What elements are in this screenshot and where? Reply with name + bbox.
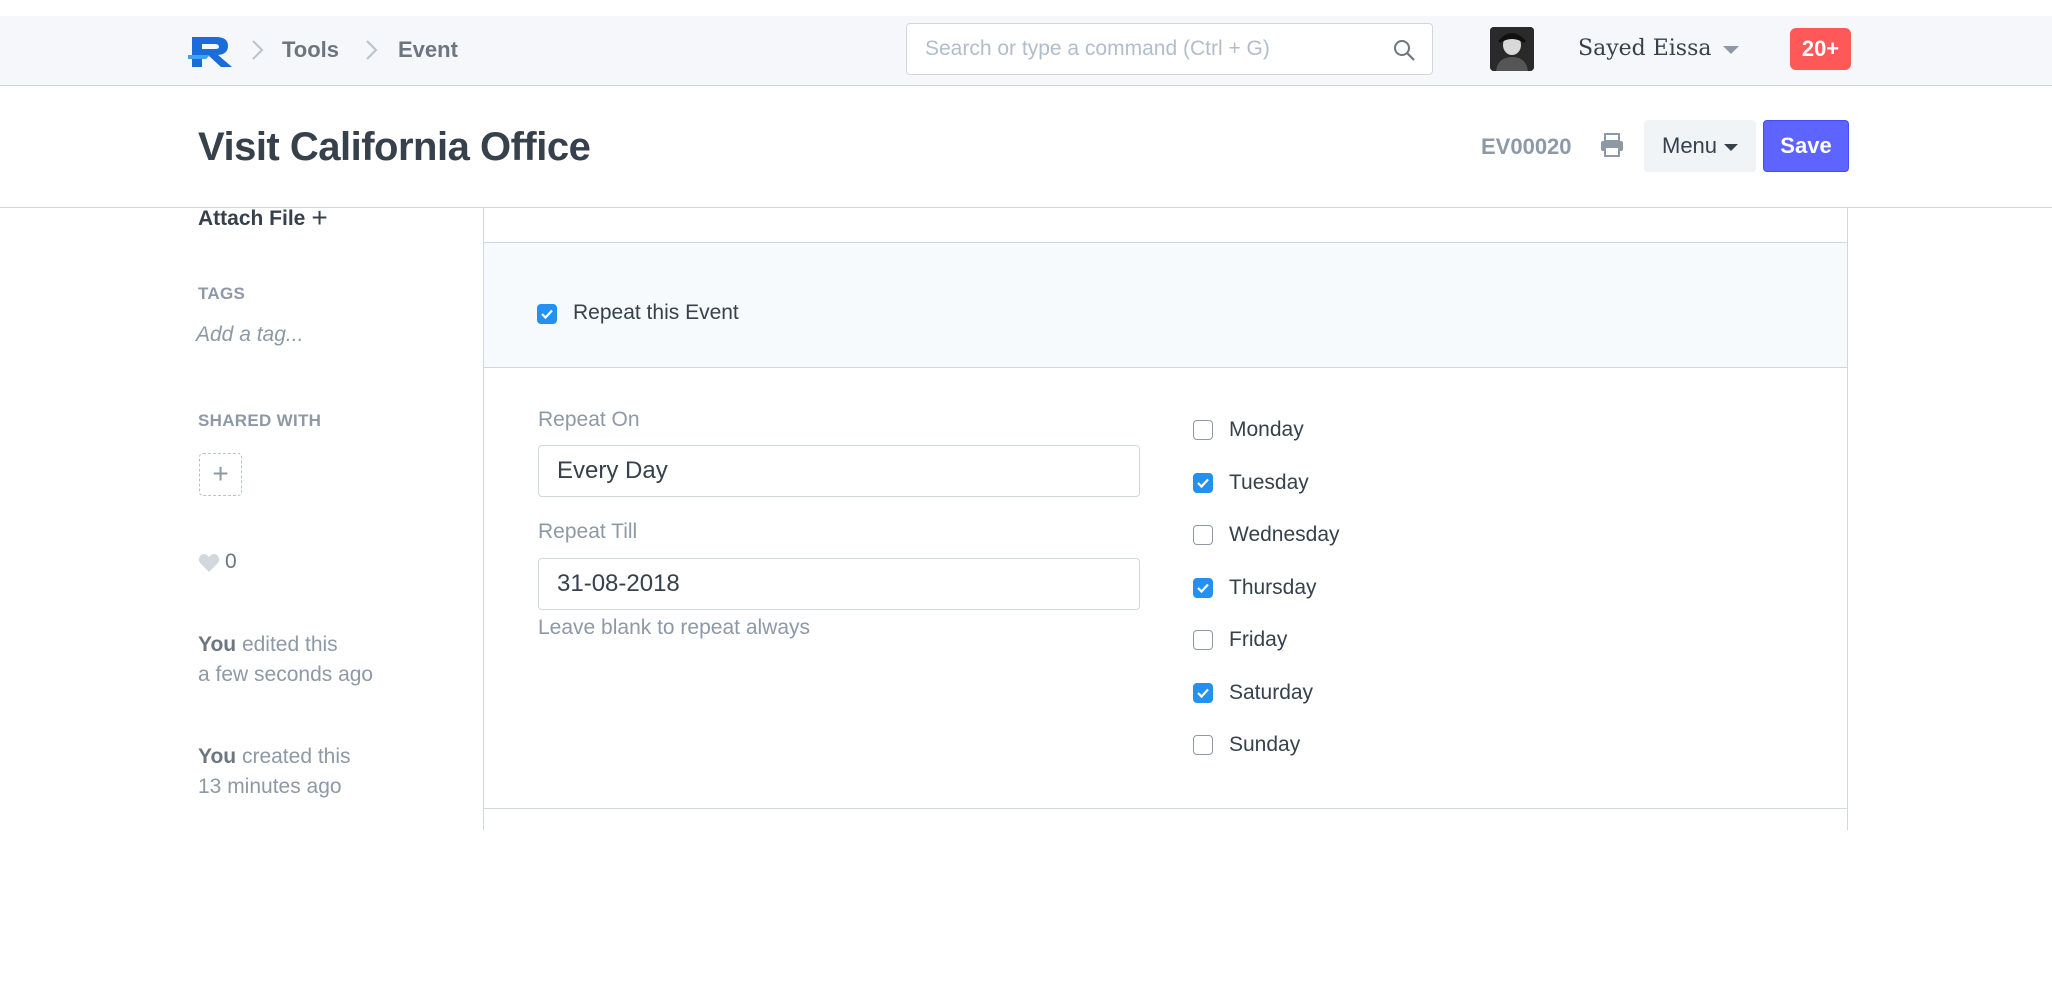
friday-checkbox[interactable] bbox=[1193, 630, 1213, 650]
page-title: Visit California Office bbox=[198, 125, 591, 169]
repeat-till-label: Repeat Till bbox=[538, 520, 638, 543]
wednesday-checkbox[interactable] bbox=[1193, 525, 1213, 545]
thursday-label: Thursday bbox=[1229, 576, 1317, 599]
monday-checkbox[interactable] bbox=[1193, 420, 1213, 440]
plus-icon: + bbox=[212, 458, 229, 489]
repeat-fields-section: Repeat On Every Day Repeat Till 31-08-20… bbox=[484, 368, 1847, 1008]
menu-button[interactable]: Menu bbox=[1644, 120, 1756, 172]
repeat-till-date-field[interactable]: 31-08-2018 bbox=[538, 558, 1140, 610]
activity-time: a few seconds ago bbox=[198, 663, 374, 686]
sunday-checkbox[interactable] bbox=[1193, 735, 1213, 755]
user-name[interactable]: Sayed Eissa bbox=[1578, 34, 1712, 64]
app-logo[interactable] bbox=[188, 33, 236, 69]
avatar-image bbox=[1490, 27, 1534, 71]
check-icon bbox=[1197, 688, 1209, 699]
search-icon[interactable] bbox=[1392, 38, 1416, 62]
notifications-badge[interactable]: 20+ bbox=[1790, 28, 1851, 70]
navbar: Tools Event Sayed Eissa 20+ bbox=[0, 16, 2052, 86]
caret-down-icon[interactable] bbox=[1723, 46, 1739, 54]
avatar[interactable] bbox=[1490, 27, 1534, 71]
activity-user[interactable]: You bbox=[198, 633, 236, 656]
add-tag-input[interactable]: Add a tag... bbox=[196, 323, 303, 347]
check-icon bbox=[1197, 583, 1209, 594]
saturday-checkbox[interactable] bbox=[1193, 683, 1213, 703]
friday-label: Friday bbox=[1229, 628, 1288, 651]
tuesday-label: Tuesday bbox=[1229, 471, 1309, 494]
plus-icon: + bbox=[311, 202, 328, 233]
page-head: Visit California Office EV00020 Menu Sav… bbox=[0, 86, 2052, 208]
search-input[interactable] bbox=[909, 26, 1379, 72]
attach-file-link[interactable]: Attach File + bbox=[198, 202, 328, 233]
activity-action: edited this bbox=[241, 633, 338, 656]
shared-with-heading: SHARED WITH bbox=[198, 411, 322, 430]
tags-heading: TAGS bbox=[198, 284, 246, 303]
next-section bbox=[484, 808, 1847, 830]
like-count: 0 bbox=[225, 550, 237, 573]
sunday-label: Sunday bbox=[1229, 733, 1301, 756]
chevron-right-icon bbox=[252, 40, 264, 60]
breadcrumb-tools[interactable]: Tools bbox=[282, 35, 339, 65]
wednesday-label: Wednesday bbox=[1229, 523, 1340, 546]
attach-file-label: Attach File bbox=[198, 207, 306, 230]
check-icon bbox=[541, 309, 553, 320]
monday-label: Monday bbox=[1229, 418, 1304, 441]
activity-item: You created this 13 minutes ago bbox=[198, 742, 351, 802]
chevron-right-icon bbox=[366, 40, 378, 60]
activity-user[interactable]: You bbox=[198, 745, 236, 768]
thursday-checkbox[interactable] bbox=[1193, 578, 1213, 598]
activity-action: created this bbox=[241, 745, 351, 768]
tuesday-checkbox[interactable] bbox=[1193, 473, 1213, 493]
document-id: EV00020 bbox=[1481, 134, 1572, 159]
save-button[interactable]: Save bbox=[1763, 120, 1849, 172]
search-box bbox=[906, 23, 1433, 75]
repeat-on-label: Repeat On bbox=[538, 408, 640, 431]
event-form: Repeat this Event Repeat On Every Day Re… bbox=[483, 208, 1848, 830]
print-icon[interactable] bbox=[1599, 132, 1625, 158]
repeat-event-checkbox[interactable] bbox=[537, 304, 557, 324]
repeat-section: Repeat this Event bbox=[484, 242, 1847, 368]
check-icon bbox=[1197, 478, 1209, 489]
activity-time: 13 minutes ago bbox=[198, 775, 342, 798]
caret-down-icon bbox=[1724, 144, 1738, 151]
repeat-till-help: Leave blank to repeat always bbox=[538, 616, 811, 639]
activity-item: You edited this a few seconds ago bbox=[198, 630, 373, 690]
add-share-button[interactable]: + bbox=[199, 453, 242, 496]
saturday-label: Saturday bbox=[1229, 681, 1314, 704]
repeat-event-label: Repeat this Event bbox=[573, 301, 739, 324]
repeat-on-select[interactable]: Every Day bbox=[538, 445, 1140, 497]
breadcrumb-event[interactable]: Event bbox=[398, 35, 458, 65]
heart-icon[interactable] bbox=[198, 553, 220, 573]
